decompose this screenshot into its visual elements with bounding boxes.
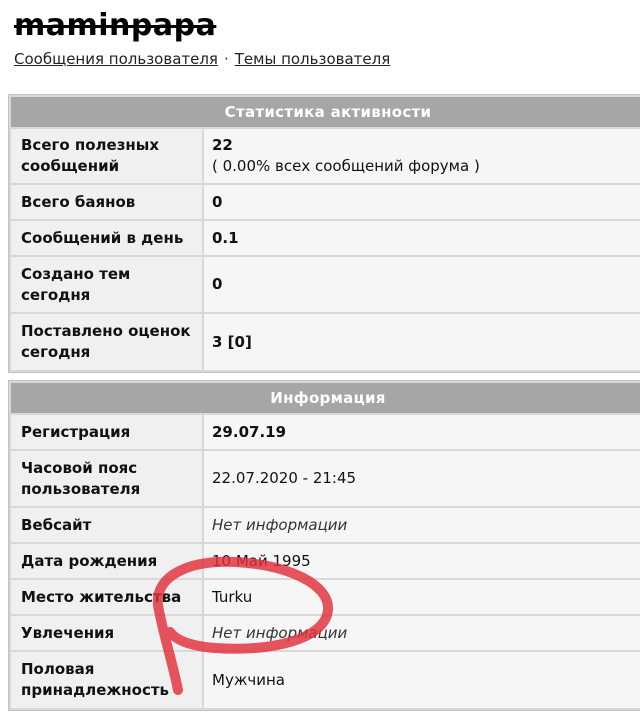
row-label: Половая принадлежность: [11, 652, 202, 708]
row-label: Всего полезных сообщений: [11, 129, 202, 183]
info-header: Информация: [11, 383, 640, 413]
row-value: 0: [204, 257, 640, 312]
registration-date: 29.07.19: [204, 415, 640, 449]
user-topics-link[interactable]: Темы пользователя: [235, 50, 391, 68]
row-label: Всего баянов: [11, 185, 202, 219]
profile-username: maminpapa: [14, 8, 217, 43]
row-label: Место жительства: [11, 580, 202, 614]
useful-posts-percent: ( 0.00% всех сообщений форума ): [212, 157, 480, 175]
row-label: Создано тем сегодня: [11, 257, 202, 312]
timezone-value: 22.07.2020 - 21:45: [204, 451, 640, 506]
profile-links: Сообщения пользователя · Темы пользователя: [14, 50, 390, 68]
row-value: 22 ( 0.00% всех сообщений форума ): [204, 129, 640, 183]
info-table: Информация Регистрация 29.07.19 Часовой …: [8, 380, 640, 711]
row-value: 0.1: [204, 221, 640, 255]
row-label: Поставлено оценок сегодня: [11, 314, 202, 370]
useful-posts-count: 22: [212, 136, 233, 154]
location-value: Turku: [204, 580, 640, 614]
hobbies-value: Нет информации: [204, 616, 640, 650]
row-value: 0: [204, 185, 640, 219]
user-posts-link[interactable]: Сообщения пользователя: [14, 50, 218, 68]
gender-value: Мужчина: [204, 652, 640, 708]
row-label: Регистрация: [11, 415, 202, 449]
birthdate-value: 10 Май 1995: [204, 544, 640, 578]
row-label: Увлечения: [11, 616, 202, 650]
website-value: Нет информации: [204, 508, 640, 542]
row-label: Дата рождения: [11, 544, 202, 578]
activity-stats-table: Статистика активности Всего полезных соо…: [8, 94, 640, 373]
row-value: 3 [0]: [204, 314, 640, 370]
row-label: Сообщений в день: [11, 221, 202, 255]
link-separator: ·: [223, 50, 229, 68]
row-label: Часовой пояс пользователя: [11, 451, 202, 506]
activity-stats-header: Статистика активности: [11, 97, 640, 127]
row-label: Вебсайт: [11, 508, 202, 542]
